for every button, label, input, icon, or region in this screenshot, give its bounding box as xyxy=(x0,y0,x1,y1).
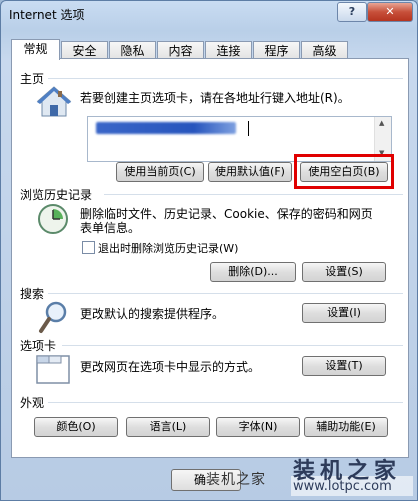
tab-advanced[interactable]: 高级 xyxy=(301,41,348,59)
text-caret xyxy=(248,121,249,136)
blurred-address xyxy=(96,122,236,134)
tab-privacy[interactable]: 隐私 xyxy=(109,41,156,59)
close-button[interactable]: ✕ xyxy=(367,2,413,22)
accessibility-button[interactable]: 辅助功能(E) xyxy=(304,417,388,437)
search-magnifier-icon xyxy=(38,299,70,338)
highlight-box xyxy=(294,154,394,189)
tab-security[interactable]: 安全 xyxy=(61,41,108,59)
history-description-line2: 表单信息。 xyxy=(80,221,141,235)
history-clock-icon xyxy=(36,202,70,239)
tab-content[interactable]: 内容 xyxy=(157,41,204,59)
search-settings-button[interactable]: 设置(I) xyxy=(302,303,386,323)
use-default-button[interactable]: 使用默认值(F) xyxy=(208,162,292,182)
divider xyxy=(48,293,403,294)
history-section-title: 浏览历史记录 xyxy=(20,188,93,202)
tabs-description: 更改网页在选项卡中显示的方式。 xyxy=(80,360,261,374)
general-tab-panel: 主页 若要创建主页选项卡，请在各地址行键入地址(R)。 ▲ ▼ 使用当前页(C)… xyxy=(11,58,409,458)
scroll-up-icon[interactable]: ▲ xyxy=(379,119,384,127)
use-current-button[interactable]: 使用当前页(C) xyxy=(116,162,204,182)
window-title: Internet 选项 xyxy=(9,8,85,22)
divider xyxy=(48,78,403,79)
tabs-section-title: 选项卡 xyxy=(20,339,57,353)
search-description: 更改默认的搜索提供程序。 xyxy=(80,307,225,321)
watermark-text: 装机之家 xyxy=(206,472,266,488)
appearance-section-title: 外观 xyxy=(20,396,45,410)
delete-on-exit-checkbox[interactable] xyxy=(82,241,95,254)
divider xyxy=(48,402,403,403)
tab-connections[interactable]: 连接 xyxy=(205,41,252,59)
title-bar: Internet 选项 ? ✕ xyxy=(1,1,417,29)
history-settings-button[interactable]: 设置(S) xyxy=(302,262,386,282)
fonts-button[interactable]: 字体(N) xyxy=(216,417,300,437)
tabs-settings-button[interactable]: 设置(T) xyxy=(302,356,386,376)
languages-button[interactable]: 语言(L) xyxy=(126,417,210,437)
delete-on-exit-label: 退出时删除浏览历史记录(W) xyxy=(98,242,239,255)
divider xyxy=(104,194,403,195)
tab-programs[interactable]: 程序 xyxy=(253,41,300,59)
colors-button[interactable]: 颜色(O) xyxy=(34,417,118,437)
divider xyxy=(62,345,403,346)
home-description: 若要创建主页选项卡，请在各地址行键入地址(R)。 xyxy=(80,91,350,105)
help-button[interactable]: ? xyxy=(337,2,367,22)
watermark-url: www.lotpc.com xyxy=(293,479,392,494)
delete-history-button[interactable]: 删除(D)... xyxy=(210,262,296,282)
internet-options-window: Internet 选项 ? ✕ 常规 安全 隐私 内容 连接 程序 高级 主页 … xyxy=(0,0,418,501)
tabs-window-icon xyxy=(36,353,70,388)
tab-general[interactable]: 常规 xyxy=(11,39,60,60)
home-icon xyxy=(36,85,72,122)
